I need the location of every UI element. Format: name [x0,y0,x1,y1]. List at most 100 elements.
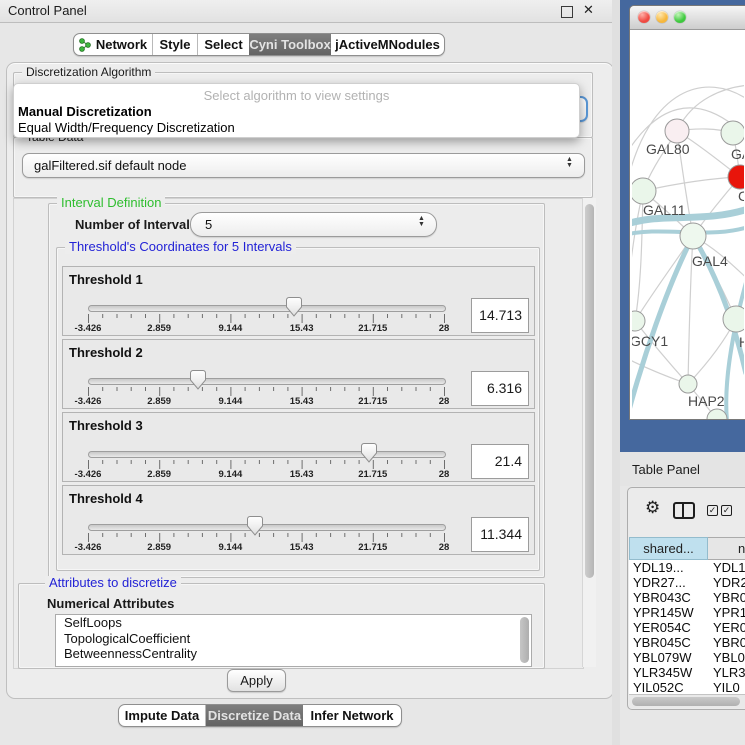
tab-network[interactable]: Network [74,34,153,55]
cell-name: YBR0 [713,590,745,605]
tab-infer-network[interactable]: Infer Network [303,705,401,726]
table-panel-titlebar: Table Panel [620,452,745,486]
slider-track[interactable] [88,305,446,312]
horizontal-scrollbar-thumb[interactable] [632,697,740,706]
interval-definition-title: Interval Definition [57,196,165,210]
checkbox-icon[interactable]: ✓ [707,505,718,516]
tab-discretize-data[interactable]: Discretize Data [206,705,303,726]
tab-style[interactable]: Style [153,34,198,55]
checkbox-icon[interactable]: ✓ [721,505,732,516]
slider-track[interactable] [88,451,446,458]
network-node[interactable] [632,311,645,331]
network-node-label: GAL80 [646,141,690,157]
apply-button[interactable]: Apply [227,669,286,692]
tab-cyni-toolbox[interactable]: Cyni Toolbox [249,34,331,55]
tick-label: -3.426 [60,323,116,334]
top-tabbar: Network Style Select Cyni Toolbox jActiv… [73,33,445,56]
cell-name: YLR3 [713,665,745,680]
tab-network-label: Network [96,37,147,52]
slider-thumb[interactable] [361,442,377,463]
threshold-label: Threshold 2 [69,345,143,360]
network-node[interactable] [723,306,744,332]
zoom-traffic-light-icon[interactable] [674,11,686,23]
threshold-value-field[interactable]: 6.316 [471,371,529,406]
horizontal-scrollbar[interactable] [629,694,745,708]
table-row[interactable]: YBR045C YBR0 [629,635,745,650]
close-icon[interactable]: ✕ [583,2,594,18]
cell-name: YDR2 [713,575,745,590]
threshold-value-field[interactable]: 21.4 [471,444,529,479]
table-data-combobox[interactable]: galFiltered.sif default node ▲▼ [22,153,585,178]
table-row[interactable]: YDR27... YDR2 [629,575,745,590]
tick-label: -3.426 [60,542,116,553]
table-rows[interactable]: YDL19... YDL1YDR27... YDR2YBR043C YBR0YP… [629,560,745,694]
network-node[interactable] [632,178,656,204]
network-canvas[interactable]: GAL80GACGAL11GAL4GCY1HHAP2 [632,29,744,419]
threshold-panel: Threshold 2 -3.4262.8599.14415.4321.7152… [62,339,535,409]
panel-divider[interactable] [612,0,620,745]
minimize-traffic-light-icon[interactable] [656,11,668,23]
network-node-label: GCY1 [632,333,668,349]
tab-jactivemnodules[interactable]: jActiveMNodules [331,34,444,55]
attribute-item[interactable]: TopologicalCoefficient [56,631,531,647]
tab-select[interactable]: Select [198,34,249,55]
network-window[interactable]: GAL80GACGAL11GAL4GCY1HHAP2 [629,5,745,420]
discretization-algorithm-title: Discretization Algorithm [22,65,155,79]
dropdown-option-equal-width[interactable]: Equal Width/Frequency Discretization [18,120,235,135]
threshold-value-field[interactable]: 14.713 [471,298,529,333]
table-row[interactable]: YPR145W YPR1 [629,605,745,620]
column-header-name[interactable]: n [708,537,745,560]
threshold-value-field[interactable]: 11.344 [471,517,529,552]
list-scrollbar-thumb[interactable] [520,617,529,663]
slider-track[interactable] [88,378,446,385]
tick-label: 9.144 [202,396,258,407]
network-node[interactable] [721,121,744,145]
attribute-item[interactable]: BetweennessCentrality [56,646,531,662]
tick-label: 15.43 [274,542,330,553]
settings-scrollbar[interactable] [582,198,596,667]
gear-icon[interactable]: ⚙ [645,500,660,517]
close-traffic-light-icon[interactable] [638,11,650,23]
network-node[interactable] [728,165,744,189]
table-row[interactable]: YDL19... YDL1 [629,560,745,575]
table-row[interactable]: YBR043C YBR0 [629,590,745,605]
table-row[interactable]: YIL052C YIL0 [629,680,745,694]
tick-label: 21.715 [345,469,401,480]
spinner-arrows-icon: ▲▼ [565,157,574,169]
columns-icon[interactable] [673,502,695,519]
bottom-tabbar: Impute Data Discretize Data Infer Networ… [118,704,402,727]
network-node-label: GAL11 [643,202,686,218]
network-node[interactable] [680,223,706,249]
network-window-titlebar[interactable] [630,6,745,30]
attribute-item[interactable]: SelfLoops [56,615,531,631]
cell-name: YER0 [713,620,745,635]
numerical-attributes-list[interactable]: SelfLoopsTopologicalCoefficientBetweenne… [55,614,532,667]
tick-label: 21.715 [345,542,401,553]
float-window-icon[interactable] [561,6,573,18]
slider-thumb[interactable] [247,515,263,536]
spinner-arrows-icon: ▲▼ [417,216,426,228]
dropdown-prompt: Select algorithm to view settings [14,88,579,103]
tick-label: 21.715 [345,396,401,407]
tab-impute-data[interactable]: Impute Data [119,705,206,726]
column-header-shared-name[interactable]: shared... [629,537,708,560]
dropdown-option-manual[interactable]: Manual Discretization [18,104,152,119]
screen: Control Panel ✕ Network Style Select Cyn… [0,0,745,745]
table-row[interactable]: YER054C YER0 [629,620,745,635]
table-row[interactable]: YLR345W YLR3 [629,665,745,680]
network-node[interactable] [679,375,697,393]
threshold-panel: Threshold 4 -3.4262.8599.14415.4321.7152… [62,485,535,555]
number-of-intervals-label: Number of Intervals [75,217,197,232]
slider-thumb[interactable] [190,369,206,390]
network-node[interactable] [665,119,689,143]
table-row[interactable]: YBL079W YBL0 [629,650,745,665]
tick-label: 2.859 [131,542,187,553]
network-edge[interactable] [643,177,740,191]
network-desktop: GAL80GACGAL11GAL4GCY1HHAP2 [620,0,745,452]
tick-label: 15.43 [274,323,330,334]
number-of-intervals-combobox[interactable]: 5 ▲▼ [190,212,437,237]
slider-thumb[interactable] [286,296,302,317]
table-data-value: galFiltered.sif default node [34,158,186,173]
scrollbar-thumb[interactable] [585,204,594,578]
slider-track[interactable] [88,524,446,531]
